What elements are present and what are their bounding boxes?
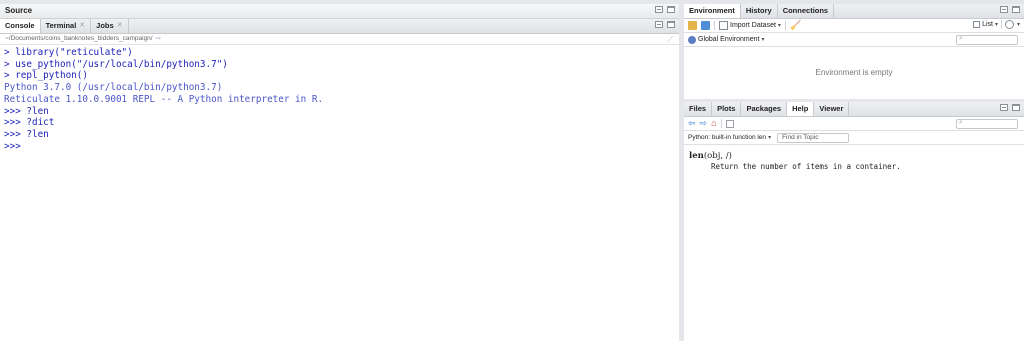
console-tabbar: Console Terminal ✕ Jobs ✕ [0, 19, 679, 34]
import-dataset-label: Import Dataset [730, 22, 776, 29]
tab-help[interactable]: Help [787, 102, 815, 116]
minimize-pane-icon[interactable] [1000, 6, 1008, 13]
help-tabbar: Files Plots Packages Help Viewer [684, 102, 1024, 117]
chevron-down-icon: ▾ [761, 37, 765, 43]
list-icon [973, 21, 981, 28]
environment-pane: Environment History Connections Import D… [684, 4, 1024, 99]
console-prompt[interactable]: >>> [4, 141, 679, 153]
help-function-args: (obj, /) [703, 151, 732, 161]
tab-terminal[interactable]: Terminal ✕ [41, 19, 92, 33]
maximize-pane-icon[interactable] [1012, 104, 1020, 111]
clear-console-icon[interactable]: ⟋ [667, 35, 673, 45]
help-search-input[interactable]: ⌕ [956, 119, 1018, 129]
tab-viewer[interactable]: Viewer [814, 102, 850, 116]
left-pane: Source Console Terminal ✕ Jobs ✕ ~/Docum… [0, 4, 679, 341]
tab-jobs-label: Jobs [96, 21, 114, 30]
close-tab-icon[interactable]: ✕ [79, 19, 85, 33]
help-function-name: len [689, 151, 704, 161]
tab-help-label: Help [792, 104, 809, 113]
console-line: >>> ?len [4, 105, 49, 117]
maximize-pane-icon[interactable] [667, 21, 675, 28]
working-directory-text: ~/Documents/coins_banknotes_bidders_camp… [5, 35, 153, 42]
r-logo-icon [688, 35, 696, 44]
help-topic-bar: Python: built-in function len ▾ Find in … [684, 131, 1024, 145]
import-dataset-button[interactable]: Import Dataset ▾ [719, 21, 781, 30]
console-line: > repl_python() [4, 70, 88, 82]
console-line: > library("reticulate") [4, 47, 133, 58]
console-line: > use_python("/usr/local/bin/python3.7") [4, 58, 228, 70]
global-environment-dropdown[interactable]: Global Environment ▾ [688, 35, 765, 44]
maximize-pane-icon[interactable] [1012, 6, 1020, 13]
tab-environment[interactable]: Environment [684, 4, 741, 18]
console-output[interactable]: > library("reticulate") > use_python("/u… [0, 45, 679, 152]
search-icon: ⌕ [959, 119, 963, 126]
tab-files-label: Files [689, 104, 707, 113]
help-pane: Files Plots Packages Help Viewer ⇦ ⇨ ⌂ ⌕… [684, 102, 1024, 341]
tab-history-label: History [745, 6, 772, 15]
minimize-pane-icon[interactable] [655, 6, 663, 13]
working-directory-path: ~/Documents/coins_banknotes_bidders_camp… [0, 34, 679, 45]
help-description: Return the number of items in a containe… [711, 162, 901, 171]
maximize-pane-icon[interactable] [667, 6, 675, 13]
forward-arrow-icon[interactable]: ⇨ [700, 119, 708, 128]
chevron-down-icon[interactable]: ▾ [1017, 21, 1020, 28]
tab-packages[interactable]: Packages [741, 102, 788, 116]
search-icon: ⌕ [959, 35, 963, 42]
source-pane-title: Source [5, 6, 33, 15]
tab-plots-label: Plots [717, 104, 736, 113]
tab-terminal-label: Terminal [45, 21, 77, 30]
toolbar-divider [1000, 20, 1002, 29]
help-topic-dropdown[interactable]: Python: built-in function len ▾ [688, 134, 771, 141]
find-in-topic-input[interactable]: Find in Topic [777, 132, 850, 143]
tab-jobs[interactable]: Jobs ✕ [91, 19, 129, 33]
help-toolbar: ⇦ ⇨ ⌂ ⌕ [684, 117, 1024, 131]
console-line: Python 3.7.0 (/usr/local/bin/python3.7) [4, 82, 223, 94]
save-workspace-icon[interactable] [701, 21, 710, 30]
tab-connections[interactable]: Connections [778, 4, 835, 18]
close-tab-icon[interactable]: ✕ [117, 19, 123, 33]
chevron-down-icon: ▾ [777, 23, 781, 29]
environment-tabbar: Environment History Connections [684, 4, 1024, 19]
help-content: len(obj, /) Return the number of items i… [684, 145, 1024, 171]
list-view-button[interactable]: List ▾ [973, 21, 998, 28]
tab-connections-label: Connections [782, 6, 829, 15]
global-environment-label: Global Environment [698, 36, 760, 43]
environment-scope-bar: Global Environment ▾ ⌕ [684, 33, 1024, 47]
source-pane-header[interactable]: Source [0, 4, 679, 19]
tab-viewer-label: Viewer [819, 104, 844, 113]
tab-files[interactable]: Files [684, 102, 713, 116]
table-icon [719, 21, 728, 30]
console-line: >>> ?len [4, 128, 49, 140]
help-signature: len(obj, /) [689, 151, 1024, 161]
environment-toolbar: Import Dataset ▾ 🧹 List ▾ ▾ [684, 19, 1024, 33]
tab-packages-label: Packages [746, 104, 782, 113]
environment-empty-message: Environment is empty [815, 68, 893, 77]
toolbar-divider [720, 119, 722, 128]
minimize-pane-icon[interactable] [655, 21, 663, 28]
tab-console-label: Console [5, 21, 35, 30]
console-line: Reticulate 1.10.0.9001 REPL -- A Python … [4, 93, 324, 105]
tab-environment-label: Environment [689, 6, 735, 15]
go-to-directory-icon[interactable]: ⇨ [156, 35, 161, 42]
clear-objects-icon[interactable]: 🧹 [790, 20, 801, 31]
load-workspace-icon[interactable] [688, 21, 697, 30]
help-topic-label: Python: built-in function len [688, 134, 767, 141]
home-icon[interactable]: ⌂ [711, 119, 716, 128]
back-arrow-icon[interactable]: ⇦ [688, 119, 696, 128]
refresh-icon[interactable] [1004, 20, 1014, 29]
chevron-down-icon: ▾ [768, 135, 772, 141]
list-view-label: List [982, 21, 993, 28]
toolbar-divider [714, 21, 715, 30]
environment-search-input[interactable]: ⌕ [956, 35, 1018, 45]
chevron-down-icon: ▾ [994, 22, 998, 28]
minimize-pane-icon[interactable] [1000, 104, 1008, 111]
tab-history[interactable]: History [741, 4, 778, 18]
toolbar-divider [784, 21, 786, 30]
console-line: >>> ?dict [4, 117, 55, 129]
tab-console[interactable]: Console [0, 19, 41, 33]
print-icon[interactable] [725, 119, 734, 128]
tab-plots[interactable]: Plots [712, 102, 742, 116]
